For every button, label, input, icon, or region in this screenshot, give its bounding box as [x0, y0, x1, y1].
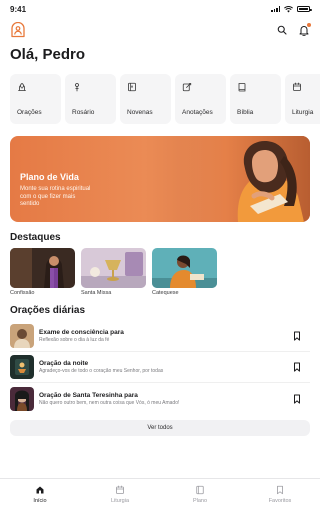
note-edit-icon [182, 83, 192, 92]
shortcut-label: Anotações [182, 109, 213, 116]
prayer-title: Oração da noite [39, 360, 89, 367]
destaque-label: Santa Missa [81, 290, 112, 296]
catequese-image [152, 248, 217, 288]
hero-title: Plano de Vida [20, 172, 79, 182]
prayer-title: Exame de consciência para [39, 329, 124, 336]
prayer-thumbnail [10, 324, 34, 348]
destaque-label: Confissão [10, 290, 35, 296]
hero-subtitle: Monte sua rotina espiritual com o que fi… [20, 186, 91, 207]
search-button[interactable] [276, 24, 288, 36]
prayer-thumbnail [10, 355, 34, 379]
bookmark-icon [277, 485, 283, 495]
signal-icon [271, 6, 280, 12]
greeting-title: Olá, Pedro [10, 46, 86, 63]
shortcut-label: Bíblia [237, 109, 254, 116]
shortcut-anotacoes[interactable]: Anotações [175, 74, 226, 124]
shortcut-biblia[interactable]: Bíblia [230, 74, 281, 124]
oracoes-list: Exame de consciência para Reflexão sobre… [0, 321, 320, 414]
tab-plano[interactable]: Plano [160, 479, 240, 512]
praying-hands-icon [18, 83, 26, 91]
destaques-row: Confissão Santa Missa Catequese [0, 248, 320, 296]
destaques-title: Destaques [10, 232, 61, 243]
calendar-icon [293, 82, 301, 91]
tab-bar: Início Liturgia Plano Favoritos [0, 478, 320, 512]
shortcut-label: Orações [17, 109, 42, 116]
shortcut-rosario[interactable]: Rosário [65, 74, 116, 124]
status-time: 9:41 [10, 4, 27, 14]
prayer-thumbnail [10, 386, 34, 411]
app-logo-icon[interactable] [10, 22, 26, 38]
bookmark-icon[interactable] [293, 362, 301, 372]
notification-badge [307, 23, 311, 27]
list-item[interactable]: Oração de Santa Teresinha para Não quero… [10, 383, 310, 414]
hero-illustration [180, 136, 310, 222]
tab-label: Início [33, 498, 47, 504]
battery-icon [297, 6, 312, 12]
destaque-confissao[interactable]: Confissão [10, 248, 75, 296]
notifications-button[interactable] [298, 23, 311, 36]
wifi-icon [284, 5, 293, 12]
see-all-button[interactable]: Ver todos [10, 420, 310, 436]
list-item[interactable]: Exame de consciência para Reflexão sobre… [10, 321, 310, 352]
tab-label: Liturgia [110, 498, 130, 504]
prayer-subtitle: Reflexão sobre o dia à luz da fé [39, 337, 110, 343]
prayer-subtitle: Agradeço-vos de todo o coração meu Senho… [39, 368, 164, 374]
bookmark-icon[interactable] [293, 331, 301, 341]
tab-favoritos[interactable]: Favoritos [240, 479, 320, 512]
destaque-santa-missa[interactable]: Santa Missa [81, 248, 146, 296]
top-actions [276, 23, 311, 36]
destaque-label: Catequese [152, 290, 179, 296]
prayer-text: Oração de Santa Teresinha para Não quero… [39, 392, 288, 406]
destaque-catequese[interactable]: Catequese [152, 248, 217, 296]
prayer-text: Oração da noite Agradeço-vos de todo o c… [39, 360, 288, 374]
santa-missa-image [81, 248, 146, 288]
rosary-icon [75, 83, 79, 92]
shortcut-novenas[interactable]: Novenas [120, 74, 171, 124]
shortcut-label: Rosário [72, 109, 95, 116]
tab-label: Favoritos [268, 498, 292, 504]
prayer-subtitle: Não quero outro bem, nem outra coisa que… [39, 399, 180, 406]
book-icon [128, 82, 136, 92]
top-bar [0, 18, 320, 42]
shortcut-oracoes[interactable]: Orações [10, 74, 61, 124]
confissao-image [10, 248, 75, 288]
tab-label: Plano [192, 498, 208, 504]
status-bar: 9:41 [0, 0, 320, 18]
shortcut-liturgia[interactable]: Liturgia [285, 74, 320, 124]
prayer-title: Oração de Santa Teresinha para [39, 391, 138, 399]
search-icon [277, 25, 287, 35]
shortcut-label: Novenas [127, 109, 153, 116]
shortcut-label: Liturgia [292, 109, 314, 116]
plano-de-vida-banner[interactable]: Plano de Vida Monte sua rotina espiritua… [10, 136, 310, 222]
bible-icon [238, 83, 246, 92]
shortcuts-row: Orações Rosário Novenas Anotações Bíblia… [0, 68, 320, 126]
book-icon [196, 485, 204, 495]
oracoes-title: Orações diárias [10, 305, 86, 316]
tab-inicio[interactable]: Início [0, 479, 80, 512]
home-icon [36, 486, 44, 494]
status-indicators [271, 5, 312, 13]
bookmark-icon[interactable] [293, 393, 301, 404]
list-item[interactable]: Oração da noite Agradeço-vos de todo o c… [10, 352, 310, 383]
tab-liturgia[interactable]: Liturgia [80, 479, 160, 512]
prayer-text: Exame de consciência para Reflexão sobre… [39, 329, 288, 343]
calendar-icon [116, 485, 124, 494]
